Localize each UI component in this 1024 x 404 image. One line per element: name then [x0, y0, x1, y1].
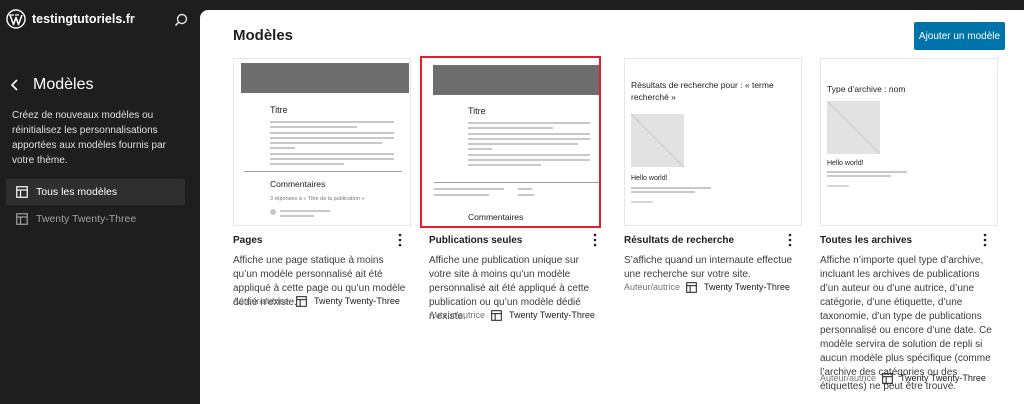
- preview-post-title: Hello world!: [827, 160, 864, 167]
- preview-comment-line: [280, 210, 330, 212]
- preview-nav-line: [518, 194, 534, 196]
- sidebar: testingtutoriels.fr Modèles Créez de nou…: [0, 0, 200, 404]
- theme-name: Twenty Twenty-Three: [900, 373, 986, 383]
- more-vertical-icon[interactable]: [980, 232, 990, 248]
- more-vertical-icon[interactable]: [785, 232, 795, 248]
- template-preview-single-posts[interactable]: Titre Commentaires: [420, 56, 601, 228]
- preview-image-placeholder: [827, 101, 880, 154]
- preview-text-lines: [827, 171, 907, 190]
- site-bar: testingtutoriels.fr: [0, 0, 200, 40]
- template-preview-pages[interactable]: Titre Commentaires 3 réponses à « Titre …: [233, 58, 411, 226]
- layout-icon: [296, 296, 307, 307]
- template-title[interactable]: Toutes les archives: [820, 235, 912, 246]
- template-preview-all-archives[interactable]: Type d’archive : nom Hello world!: [820, 58, 998, 226]
- preview-post-title: Titre: [468, 106, 486, 116]
- layout-icon: [491, 310, 502, 321]
- nav-label: Twenty Twenty-Three: [36, 213, 137, 225]
- sidebar-title: Modèles: [33, 76, 94, 93]
- template-title[interactable]: Résultats de recherche: [624, 235, 734, 246]
- main-content: Modèles Ajouter un modèle Titre Commenta…: [200, 10, 1024, 404]
- preview-text-lines: [270, 121, 394, 168]
- nav-label: Tous les modèles: [36, 186, 118, 198]
- template-preview-search-results[interactable]: Résultats de recherche pour : « terme re…: [624, 58, 802, 226]
- template-description: S’affiche quand un internaute effectue u…: [624, 255, 793, 280]
- preview-separator: [434, 182, 599, 183]
- author-label: Auteur/autrice: [624, 282, 681, 292]
- preview-image-placeholder: [631, 114, 684, 167]
- preview-post-title: Titre: [270, 105, 288, 115]
- search-icon[interactable]: [174, 13, 188, 27]
- template-title[interactable]: Publications seules: [429, 235, 522, 246]
- layout-icon: [16, 186, 28, 198]
- preview-comments-title: Commentaires: [468, 212, 524, 222]
- preview-nav-line: [434, 188, 504, 190]
- more-vertical-icon[interactable]: [395, 232, 405, 248]
- preview-separator: [244, 171, 402, 172]
- preview-comments-title: Commentaires: [270, 179, 326, 189]
- theme-name: Twenty Twenty-Three: [314, 296, 400, 306]
- preview-nav-line: [434, 194, 489, 196]
- preview-archive-heading: Type d’archive : nom: [827, 84, 906, 94]
- preview-text-lines: [631, 187, 711, 206]
- wordpress-logo-icon[interactable]: [6, 9, 26, 29]
- author-label: Auteur/autrice: [820, 373, 877, 383]
- layout-icon: [882, 373, 893, 384]
- preview-replies: 3 réponses à « Titre de la publication »: [270, 196, 365, 202]
- page-title: Modèles: [233, 27, 294, 44]
- more-vertical-icon[interactable]: [590, 232, 600, 248]
- author-label: Auteur/autrice: [233, 296, 290, 306]
- author-label: Auteur/autrice: [429, 310, 486, 320]
- sidebar-description: Créez de nouveaux modèles ou réinitialis…: [12, 110, 166, 166]
- theme-name: Twenty Twenty-Three: [704, 282, 790, 292]
- chevron-left-icon[interactable]: [9, 78, 21, 92]
- layout-icon: [16, 213, 28, 225]
- add-template-button[interactable]: Ajouter un modèle: [914, 22, 1005, 50]
- preview-nav-line: [518, 188, 532, 190]
- theme-name: Twenty Twenty-Three: [509, 310, 595, 320]
- nav-item-twenty-twenty-three[interactable]: Twenty Twenty-Three: [6, 206, 185, 232]
- site-name[interactable]: testingtutoriels.fr: [32, 12, 135, 26]
- layout-icon: [686, 282, 697, 293]
- preview-avatar: [270, 209, 276, 215]
- preview-text-lines: [468, 122, 590, 169]
- template-title[interactable]: Pages: [233, 235, 262, 246]
- preview-comment-line: [280, 215, 314, 217]
- preview-featured-image: [241, 63, 409, 93]
- preview-featured-image: [433, 65, 599, 95]
- preview-search-heading: Résultats de recherche pour : « terme re…: [631, 80, 774, 102]
- nav-item-all-templates[interactable]: Tous les modèles: [6, 179, 185, 205]
- preview-post-title: Hello world!: [631, 175, 668, 182]
